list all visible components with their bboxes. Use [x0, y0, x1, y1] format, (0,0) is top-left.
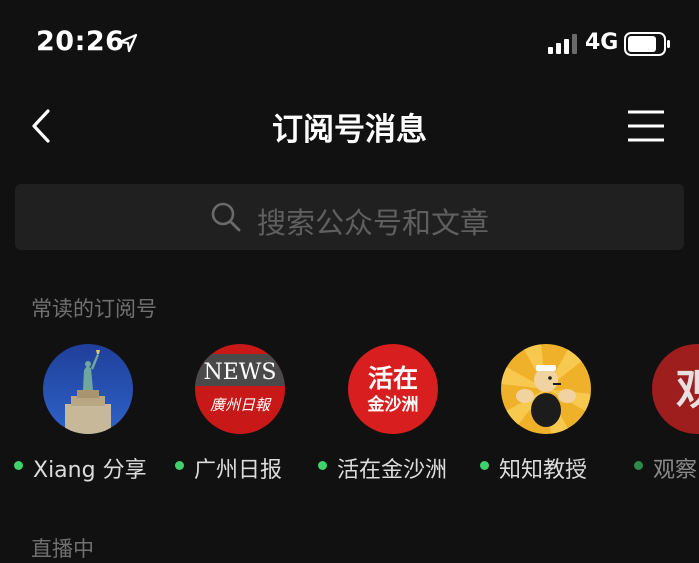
svg-text:廣州日報: 廣州日報 — [210, 396, 272, 414]
svg-text:活在: 活在 — [368, 364, 418, 393]
search-icon — [211, 202, 241, 232]
network-type: 4G — [585, 30, 619, 55]
online-dot — [480, 460, 489, 470]
online-dot — [634, 460, 643, 470]
account-name: 活在金沙洲 — [337, 458, 448, 483]
navigation-bar: 订阅号消息 — [0, 88, 699, 164]
red-partial-avatar: 观 — [652, 344, 699, 434]
account-name: 观察 — [653, 458, 698, 480]
account-name: Xiang 分享 — [33, 458, 147, 483]
account-name: 广州日报 — [194, 458, 283, 483]
account-item-huozai-jinshazhou[interactable]: 活在 金沙洲 活在金沙洲 — [318, 340, 468, 483]
frequent-accounts-list: Xiang 分享 NEWS 廣州日報 广州日报 活在 金沙洲 活在金沙洲 知知教… — [0, 340, 699, 483]
svg-text:观: 观 — [676, 365, 699, 414]
status-bar: 20:26 4G — [0, 0, 699, 88]
news-avatar: NEWS 廣州日報 — [195, 344, 285, 434]
location-arrow-icon — [118, 33, 138, 53]
account-item-guangzhou-daily[interactable]: NEWS 廣州日報 广州日报 — [165, 340, 315, 483]
search-placeholder: 搜索公众号和文章 — [257, 206, 490, 240]
frequent-section-title: 常读的订阅号 — [31, 297, 157, 321]
statue-of-liberty-avatar — [43, 344, 133, 434]
live-section-title: 直播中 — [31, 537, 94, 561]
online-dot — [175, 460, 184, 470]
battery-icon — [624, 32, 670, 56]
account-item-zhizhi-professor[interactable]: 知知教授 — [470, 340, 620, 483]
svg-text:NEWS: NEWS — [204, 360, 277, 385]
online-dot — [14, 460, 23, 470]
account-item-observe[interactable]: 观 观察 — [622, 340, 699, 480]
svg-text:金沙洲: 金沙洲 — [367, 394, 419, 415]
red-circle-avatar: 活在 金沙洲 — [348, 344, 438, 434]
page-title: 订阅号消息 — [272, 112, 427, 148]
search-input[interactable]: 搜索公众号和文章 — [15, 184, 684, 250]
status-time: 20:26 — [36, 26, 125, 57]
popeye-avatar — [501, 344, 591, 434]
signal-bars-icon — [548, 34, 577, 54]
online-dot — [318, 460, 327, 470]
account-item-xiang[interactable]: Xiang 分享 — [12, 340, 162, 483]
menu-icon[interactable] — [626, 108, 666, 144]
account-name: 知知教授 — [499, 458, 588, 483]
